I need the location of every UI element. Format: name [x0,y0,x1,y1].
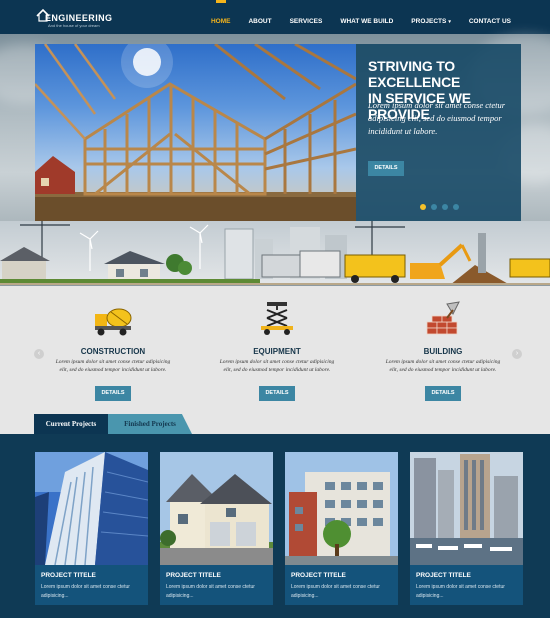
service-card-construction: CONSTRUCTION Lorem ipsum dolor sit amet … [51,300,175,401]
project-card[interactable]: PROJECT TITELE Lorem ipsum dolor sit ame… [160,452,273,605]
service-description: Lorem ipsum dolor sit amet conse ctetur … [219,359,335,373]
concrete-mixer-icon [95,308,132,336]
nav-label: PROJECTS [411,18,447,25]
nav-item-what-we-build[interactable]: WHAT WE BUILD [331,0,402,34]
construction-scene-banner [0,221,550,285]
site-header: ENGINEERING And the house of your dream … [0,0,550,34]
project-image [35,452,148,565]
service-description: Lorem ipsum dolor sit amet conse ctetur … [385,359,501,373]
slider-dots [420,204,459,210]
project-title: PROJECT TITELE [291,572,346,579]
tab-current-projects[interactable]: Current Projects [34,414,108,434]
project-tabs: Current Projects Finished Projects [0,414,550,434]
project-card[interactable]: PROJECT TITELE Lorem ipsum dolor sit ame… [285,452,398,605]
construction-details-button[interactable]: DETAILS [95,386,131,401]
main-nav: HOME ABOUT SERVICES WHAT WE BUILD PROJEC… [202,0,520,34]
project-title: PROJECT TITELE [166,572,221,579]
nav-item-projects[interactable]: PROJECTS ▾ [402,0,460,34]
project-description: Lorem ipsum dolor sit amet conse ctetur … [41,584,130,599]
project-title: PROJECT TITELE [416,572,471,579]
projects-section: PROJECT TITELE Lorem ipsum dolor sit ame… [0,434,550,618]
services-section: ‹ › CONSTRUCTION Lorem ipsum dolor sit a… [0,286,550,414]
chevron-right-icon[interactable]: › [512,349,522,359]
nav-label: HOME [210,18,231,25]
hero-description: Lorem ipsum dolor sit amet conse ctetur … [368,100,506,136]
timber-frame-illustration [35,44,356,221]
project-card[interactable]: PROJECT TITELE Lorem ipsum dolor sit ame… [35,452,148,605]
service-title: BUILDING [423,347,463,356]
building-details-button[interactable]: DETAILS [425,386,461,401]
project-description: Lorem ipsum dolor sit amet conse ctetur … [416,584,505,599]
brick-wall-icon [426,301,460,335]
chevron-left-icon[interactable]: ‹ [34,349,44,359]
brand-tagline: And the house of your dream [48,23,100,28]
nav-item-about[interactable]: ABOUT [239,0,280,34]
cityscape-illustration [0,221,550,285]
scissor-lift-icon [261,302,293,335]
hero-caption-panel: STRIVING TO EXCELLENCE IN SERVICE WE PRO… [356,44,521,221]
service-title: CONSTRUCTION [80,347,146,356]
hero-image [35,44,356,221]
nav-label: WHAT WE BUILD [340,18,394,25]
project-description: Lorem ipsum dolor sit amet conse ctetur … [291,584,380,599]
slider-dot-3[interactable] [442,204,448,210]
nav-item-services[interactable]: SERVICES [281,0,332,34]
slider-dot-1[interactable] [420,204,426,210]
nav-label: CONTACT US [468,18,511,25]
logo[interactable]: ENGINEERING And the house of your dream [36,6,126,28]
hero-details-button[interactable]: DETAILS [368,161,404,176]
tab-finished-projects[interactable]: Finished Projects [108,414,192,434]
service-description: Lorem ipsum dolor sit amet conse ctetur … [55,359,171,373]
project-description: Lorem ipsum dolor sit amet conse ctetur … [166,584,255,599]
chevron-down-icon: ▾ [448,19,451,25]
nav-label: ABOUT [248,18,272,25]
nav-item-home[interactable]: HOME [202,0,240,34]
brand-name: ENGINEERING [45,13,113,23]
project-image [285,452,398,565]
nav-label: SERVICES [289,18,323,25]
project-title: PROJECT TITELE [41,572,96,579]
service-title: EQUIPMENT [253,347,301,356]
project-image [410,452,523,565]
hero-title-line-1: STRIVING TO EXCELLENCE [368,58,461,90]
service-card-building: BUILDING Lorem ipsum dolor sit amet cons… [381,300,505,401]
project-image [160,452,273,565]
nav-item-contact-us[interactable]: CONTACT US [460,0,520,34]
project-card[interactable]: PROJECT TITELE Lorem ipsum dolor sit ame… [410,452,523,605]
equipment-details-button[interactable]: DETAILS [259,386,295,401]
slider-dot-4[interactable] [453,204,459,210]
slider-dot-2[interactable] [431,204,437,210]
service-card-equipment: EQUIPMENT Lorem ipsum dolor sit amet con… [215,300,339,401]
